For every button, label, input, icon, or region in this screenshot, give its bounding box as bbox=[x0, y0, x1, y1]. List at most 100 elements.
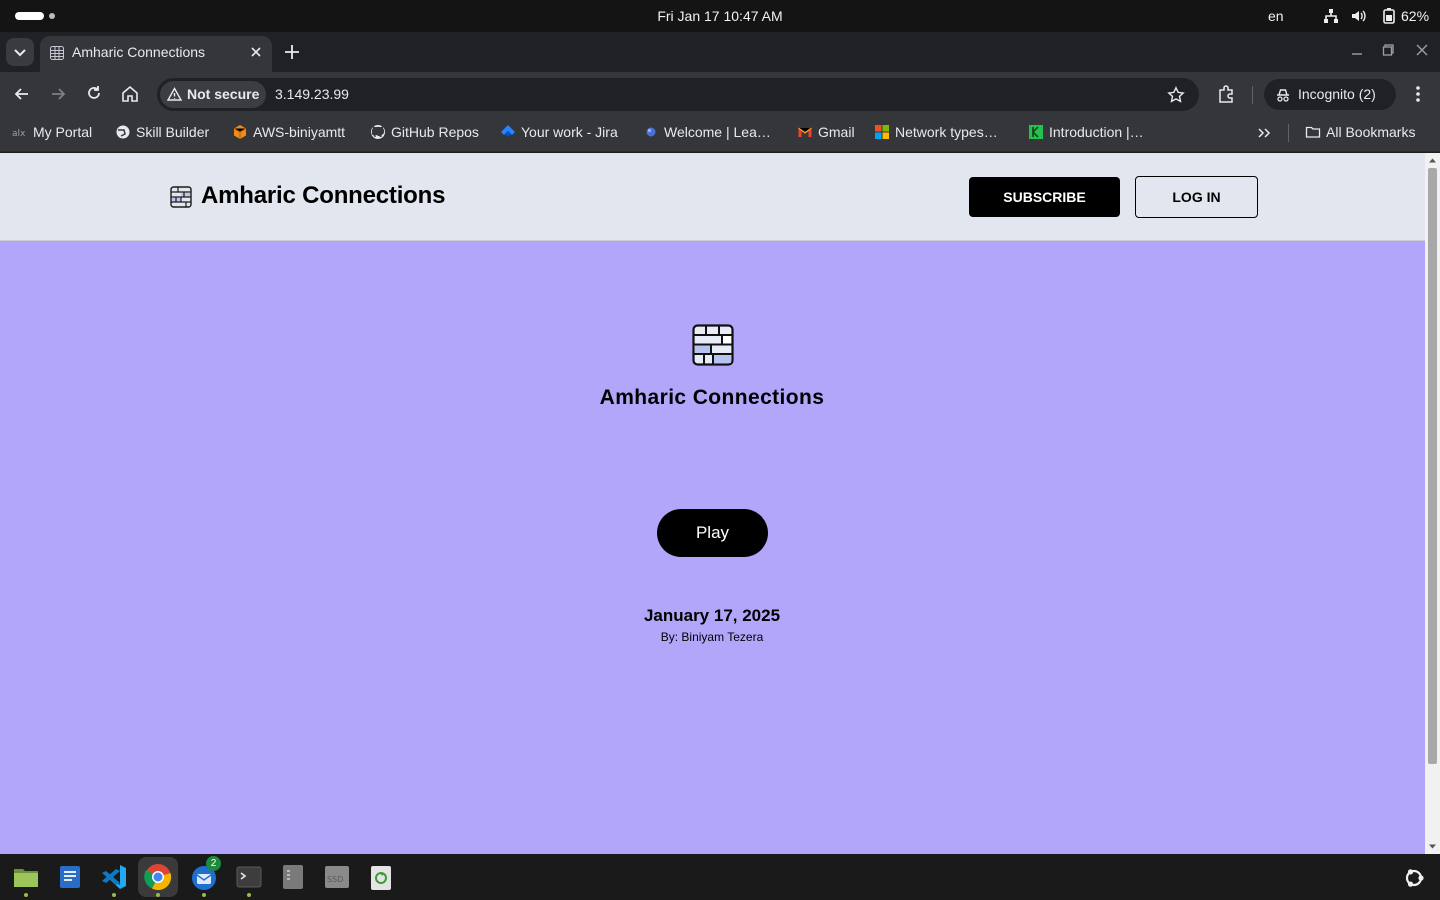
web-page-viewport: Amharic Connections SUBSCRIBE LOG IN Amh… bbox=[0, 153, 1425, 854]
trash-app[interactable] bbox=[367, 863, 395, 891]
bookmark-my-portal[interactable]: alx My Portal bbox=[12, 116, 92, 148]
files-app[interactable] bbox=[12, 863, 40, 897]
scroll-down-arrow-icon[interactable] bbox=[1428, 842, 1437, 851]
running-indicator bbox=[156, 893, 160, 897]
files-icon bbox=[14, 869, 38, 887]
page-scrollbar[interactable] bbox=[1425, 153, 1440, 854]
bookmark-star-icon[interactable] bbox=[1167, 86, 1185, 104]
bookmark-label: Introduction |… bbox=[1049, 124, 1144, 140]
bookmark-label: My Portal bbox=[33, 124, 93, 140]
close-window-icon[interactable] bbox=[1415, 43, 1429, 57]
subscribe-button[interactable]: SUBSCRIBE bbox=[969, 177, 1120, 217]
running-indicator bbox=[202, 893, 206, 897]
more-menu-icon[interactable] bbox=[1410, 84, 1426, 104]
bookmark-welcome[interactable]: Welcome | Lea… bbox=[643, 116, 771, 148]
system-clock[interactable]: Fri Jan 17 10:47 AM bbox=[600, 0, 840, 32]
disk-icon bbox=[283, 865, 303, 889]
url-text[interactable]: 3.149.23.99 bbox=[275, 78, 349, 111]
toolbar-divider bbox=[1252, 86, 1253, 104]
bookmark-label: Skill Builder bbox=[136, 124, 210, 140]
text-editor-app[interactable] bbox=[56, 863, 84, 891]
close-tab-icon[interactable] bbox=[248, 44, 264, 60]
folder-icon bbox=[1305, 126, 1321, 138]
bookmark-label: Network types… bbox=[895, 124, 998, 140]
alx-icon: alx bbox=[12, 129, 26, 139]
bookmarks-bar: alx My Portal Skill Builder AWS-biniyamtt… bbox=[0, 116, 1440, 152]
game-title: Amharic Connections bbox=[599, 386, 825, 409]
trash-icon bbox=[371, 866, 391, 890]
ubuntu-logo-icon[interactable] bbox=[1403, 867, 1425, 889]
more-bookmarks-chevron-icon[interactable] bbox=[1256, 125, 1272, 141]
workspace-indicator[interactable] bbox=[49, 13, 55, 19]
disk-app[interactable] bbox=[279, 863, 307, 891]
scrollbar-thumb[interactable] bbox=[1428, 168, 1437, 764]
network-icon[interactable] bbox=[1322, 7, 1340, 25]
unread-badge: 2 bbox=[206, 856, 221, 871]
new-tab-plus-icon[interactable] bbox=[281, 41, 303, 63]
ssd-app[interactable]: SSD bbox=[323, 863, 351, 891]
bookmarks-divider bbox=[1288, 124, 1289, 142]
jira-icon bbox=[501, 125, 515, 137]
terminal-app[interactable] bbox=[235, 863, 263, 897]
svg-text:alx: alx bbox=[12, 129, 26, 139]
battery-percentage: 62% bbox=[1401, 8, 1430, 24]
play-button[interactable]: Play bbox=[657, 509, 768, 557]
connections-grid-icon bbox=[692, 324, 734, 366]
volume-icon[interactable] bbox=[1350, 7, 1368, 25]
terminal-icon bbox=[236, 866, 262, 888]
bookmark-network-types[interactable]: Network types… bbox=[874, 116, 998, 148]
thunderbird-app[interactable]: 2 bbox=[190, 856, 221, 897]
site-logo-grid-icon[interactable] bbox=[170, 186, 192, 208]
sphere-icon bbox=[646, 127, 656, 137]
warning-triangle-icon bbox=[167, 87, 182, 101]
tab-search-button[interactable] bbox=[6, 38, 34, 66]
github-icon bbox=[371, 125, 385, 139]
back-arrow-icon[interactable] bbox=[12, 84, 32, 104]
all-bookmarks-folder[interactable]: All Bookmarks bbox=[1305, 116, 1415, 148]
running-indicator bbox=[112, 893, 116, 897]
running-indicator bbox=[24, 893, 28, 897]
keyboard-language[interactable]: en bbox=[1268, 0, 1284, 32]
text-editor-icon bbox=[60, 866, 80, 888]
workspace-indicator-active[interactable] bbox=[15, 12, 44, 20]
bookmark-label: AWS-biniyamtt bbox=[253, 124, 346, 140]
restore-window-icon[interactable] bbox=[1382, 43, 1396, 57]
gmail-icon bbox=[798, 127, 812, 137]
bookmark-label: Your work - Jira bbox=[521, 124, 618, 140]
login-button[interactable]: LOG IN bbox=[1135, 176, 1258, 218]
ssd-label: SSD bbox=[327, 875, 344, 884]
vscode-app[interactable] bbox=[100, 863, 128, 897]
security-label: Not secure bbox=[187, 86, 260, 102]
globe-icon bbox=[116, 125, 130, 139]
chrome-app[interactable] bbox=[144, 863, 172, 897]
bookmark-label: Welcome | Lea… bbox=[664, 124, 771, 140]
home-icon[interactable] bbox=[120, 84, 140, 104]
battery-icon[interactable] bbox=[1380, 7, 1398, 25]
scroll-up-arrow-icon[interactable] bbox=[1428, 156, 1437, 165]
bookmark-aws[interactable]: AWS-biniyamtt bbox=[232, 116, 345, 148]
green-square-icon bbox=[1029, 125, 1043, 139]
running-indicator bbox=[247, 893, 251, 897]
site-title[interactable]: Amharic Connections bbox=[201, 179, 445, 213]
bookmark-github[interactable]: GitHub Repos bbox=[370, 116, 479, 148]
security-indicator[interactable]: Not secure bbox=[160, 81, 266, 108]
bookmark-introduction[interactable]: Introduction |… bbox=[1028, 116, 1144, 148]
bookmark-skill-builder[interactable]: Skill Builder bbox=[115, 116, 209, 148]
extensions-puzzle-icon[interactable] bbox=[1216, 84, 1236, 104]
microsoft-icon bbox=[875, 125, 889, 139]
reload-icon[interactable] bbox=[84, 84, 104, 104]
minimize-window-icon[interactable] bbox=[1350, 43, 1364, 57]
bookmark-label: Gmail bbox=[818, 124, 855, 140]
incognito-profile-button[interactable]: Incognito (2) bbox=[1264, 79, 1396, 110]
all-bookmarks-label: All Bookmarks bbox=[1326, 124, 1416, 140]
tab-title: Amharic Connections bbox=[72, 44, 206, 60]
system-top-bar: Fri Jan 17 10:47 AM en 62% bbox=[0, 0, 1440, 32]
address-bar[interactable]: Not secure 3.149.23.99 bbox=[157, 78, 1199, 111]
chrome-icon bbox=[144, 864, 172, 891]
bookmark-gmail[interactable]: Gmail bbox=[797, 116, 855, 148]
puzzle-date: January 17, 2025 bbox=[643, 606, 781, 625]
browser-tab-active[interactable]: Amharic Connections bbox=[40, 36, 272, 72]
bookmark-jira[interactable]: Your work - Jira bbox=[500, 116, 618, 148]
forward-arrow-icon[interactable] bbox=[48, 84, 68, 104]
author-byline: By: Biniyam Tezera bbox=[660, 630, 764, 644]
